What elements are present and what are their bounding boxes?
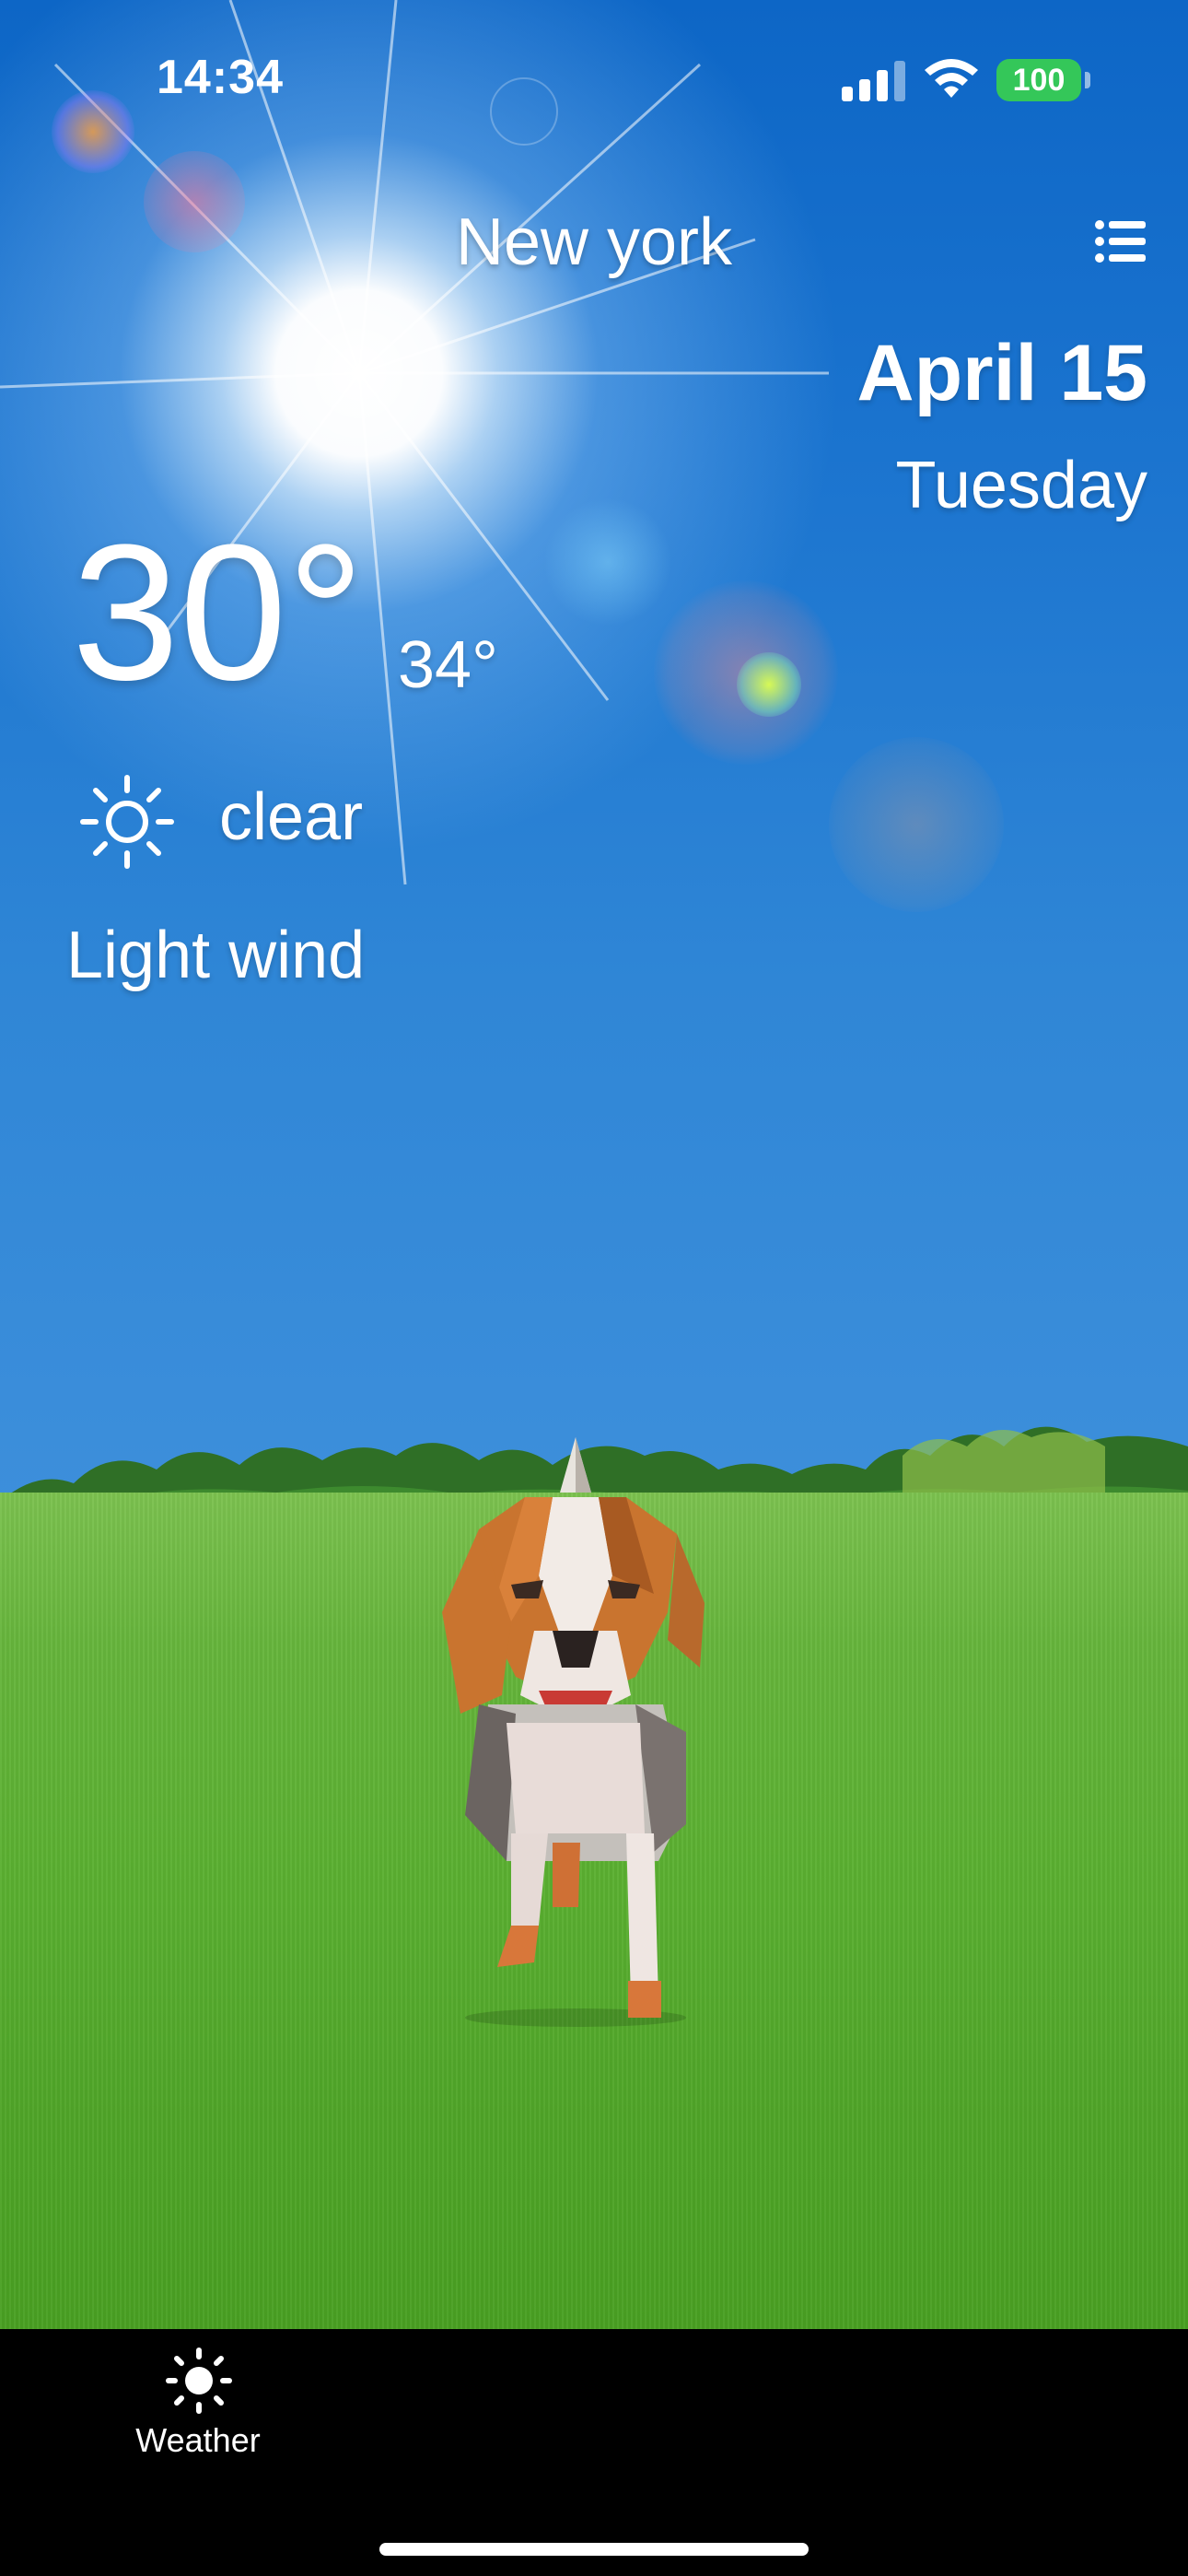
list-icon[interactable]: [1094, 219, 1147, 263]
lens-flare: [737, 652, 801, 717]
home-indicator[interactable]: [379, 2543, 809, 2556]
weather-condition: clear: [219, 780, 364, 854]
status-bar: 14:34 100: [0, 0, 1188, 157]
sun-icon: [80, 775, 174, 869]
sun-icon[interactable]: [166, 2348, 232, 2414]
wifi-icon: [925, 59, 978, 98]
battery-icon: 100: [996, 59, 1081, 101]
battery-cap: [1085, 72, 1090, 88]
lens-flare: [543, 498, 672, 626]
cellular-signal-icon: [842, 61, 905, 101]
secondary-temperature: 34°: [398, 628, 498, 702]
dog-illustration: [442, 1437, 705, 2027]
date-label: April 15: [856, 329, 1147, 417]
current-temperature: 30°: [72, 504, 365, 720]
wind-description: Light wind: [66, 919, 366, 992]
lens-flare: [829, 737, 1004, 912]
status-time: 14:34: [157, 51, 284, 104]
tab-weather-label: Weather: [135, 2421, 261, 2459]
city-name[interactable]: New york: [0, 205, 1188, 280]
weekday-label: Tuesday: [895, 449, 1147, 522]
